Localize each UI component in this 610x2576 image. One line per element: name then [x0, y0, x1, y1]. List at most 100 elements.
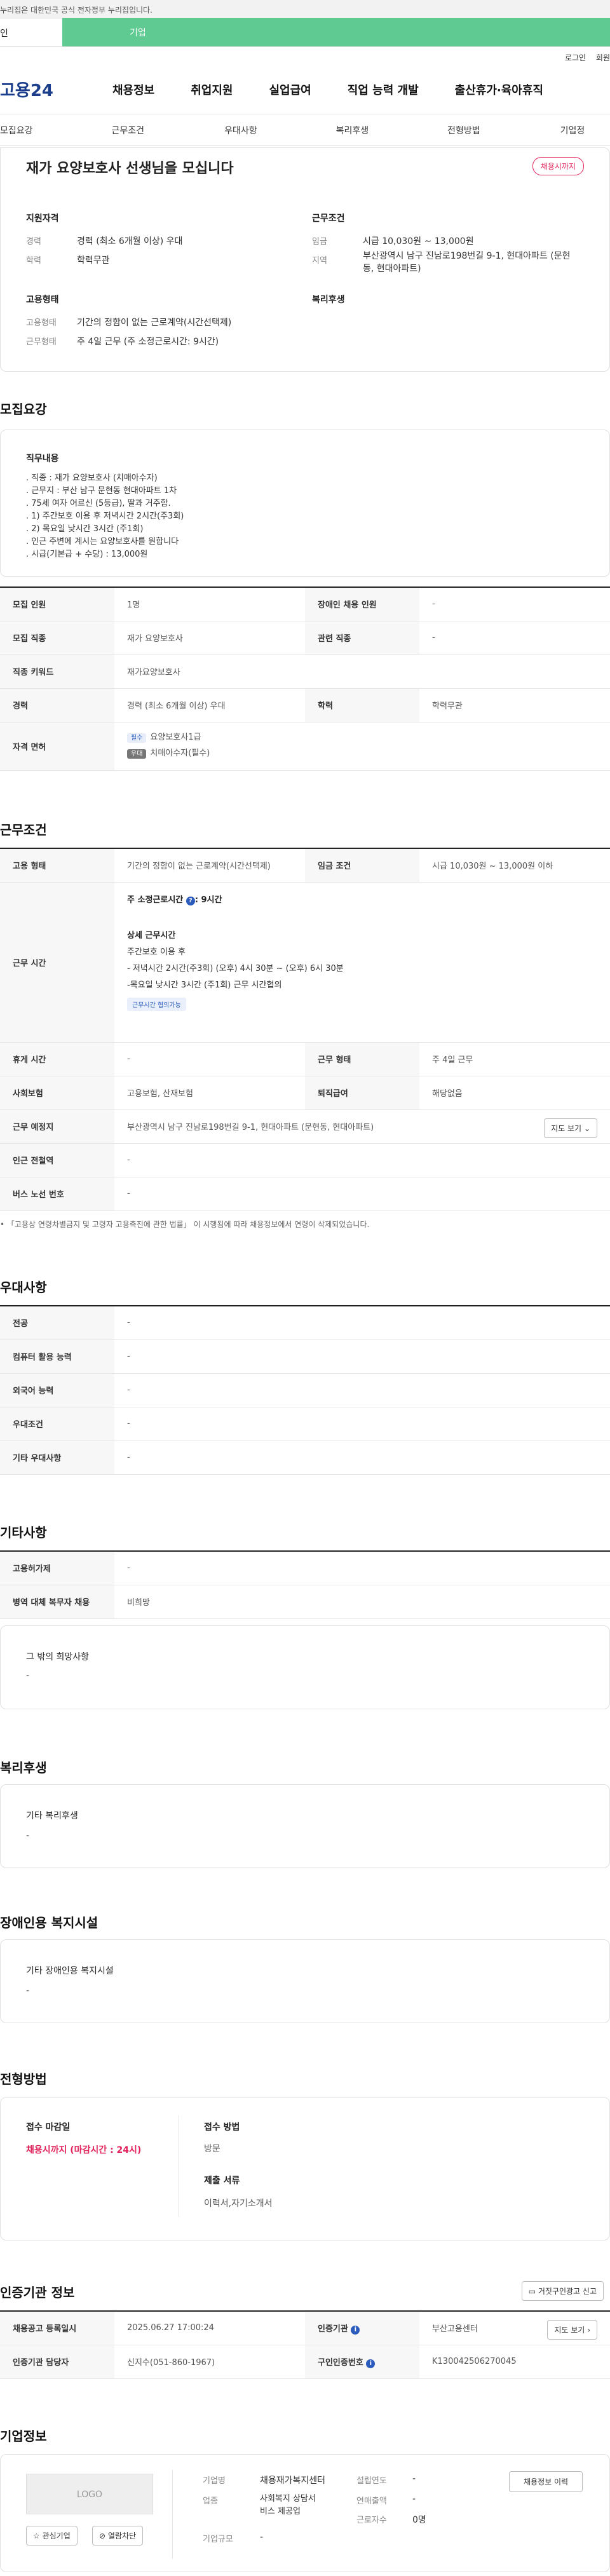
gnb-item-vocational-training[interactable]: 직업 능력 개발	[348, 81, 419, 98]
workcond-section-title: 근무조건	[0, 822, 47, 837]
table-row: 사회보험 고용보험, 산재보험 퇴직급여 해당없음	[0, 1076, 610, 1110]
row-label: 고용 형태	[0, 848, 114, 883]
login-link[interactable]: 로그인	[565, 53, 586, 62]
table-row: 병역 대체 복무자 채용 비희망	[0, 1585, 610, 1619]
wage-value: 시급 10,030원 ~ 13,000원	[363, 236, 474, 247]
education-value: 학력무관	[77, 255, 110, 266]
table-row: 컴퓨터 활용 능력 -	[0, 1339, 610, 1374]
employ-label: 고용형태	[26, 318, 57, 328]
row-value: K130042506270045	[419, 2345, 610, 2379]
row-value: -	[114, 1177, 610, 1211]
license-preferred-name: 치매아수자(필수)	[150, 749, 210, 758]
table-row: 고용 형태 기간의 정함이 없는 근로계약(시간선택제) 임금 조건 시급 10…	[0, 848, 610, 883]
other-wish-value: -	[26, 1671, 30, 1681]
map-button[interactable]: 지도 보기 ⌄	[544, 1118, 597, 1138]
row-value: 신지수(051-860-1967)	[114, 2345, 305, 2379]
cert-no-label-text: 구인인증번호	[318, 2357, 363, 2368]
map-button-label: 지도 보기	[551, 1123, 582, 1133]
report-false-ad-button[interactable]: ▭ 거짓구인광고 신고	[521, 2281, 604, 2301]
row-label: 사회보험	[0, 1076, 114, 1110]
favorite-company-button[interactable]: ☆ 관심기업	[26, 2526, 78, 2545]
region-label: 지역	[312, 256, 327, 266]
job-summary-card: 재가 요양보호사 선생님을 모십니다 채용시까지 지원자격 경력 경력 (최소 …	[0, 147, 610, 372]
block-view-button[interactable]: ⊘ 열람차단	[92, 2526, 144, 2545]
tab-individual[interactable]: 인	[0, 18, 62, 46]
gnb-item-unemployment-benefit[interactable]: 실업급여	[269, 81, 311, 98]
place-cell: 부산광역시 남구 진남로198번길 9-1, 현대아파트 (문현동, 현대아파트…	[114, 1109, 610, 1144]
row-label: 기타 우대사항	[0, 1441, 114, 1475]
license-preferred: 우대 치매아수자(필수)	[127, 746, 597, 762]
industry-value: 사회복지 상담서 비스 제공업	[260, 2494, 316, 2516]
license-required: 필수 요양보호사1급	[127, 730, 597, 746]
worktype-value: 주 4일 근무 (주 소정근로시간: 9시간)	[77, 337, 219, 347]
info-icon[interactable]: i	[366, 2359, 376, 2368]
row-label: 관련 직종	[305, 621, 419, 655]
welfare-heading: 복리후생	[312, 295, 345, 305]
method-value: 방문	[204, 2144, 220, 2154]
welfare-section-title: 복리후생	[0, 1760, 47, 1775]
disabled-heading: 기타 장애인용 복지시설	[26, 1966, 114, 1976]
table-row: 자격 면허 필수 요양보호사1급 우대 치매아수자(필수)	[0, 722, 610, 771]
table-row: 외국어 능력 -	[0, 1373, 610, 1407]
row-value: 비희망	[114, 1585, 610, 1619]
agency-map-button[interactable]: 지도 보기 ›	[547, 2320, 597, 2340]
gnb-item-jobs[interactable]: 채용정보	[112, 81, 154, 98]
anchor-company[interactable]: 기업정	[560, 124, 585, 137]
job-title: 재가 요양보호사 선생님을 모십니다	[26, 161, 234, 177]
anchor-process[interactable]: 전형방법	[447, 124, 480, 137]
duty-card: 직무내용 . 직종 : 재가 요양보호사 (치매아수자) . 근무지 : 부산 …	[0, 430, 610, 577]
company-logo: LOGO	[26, 2474, 153, 2514]
utility-links: 로그인 회원	[0, 47, 610, 65]
row-label: 근무 시간	[0, 882, 114, 1043]
welfare-value: -	[26, 1831, 30, 1841]
row-value: 기간의 정함이 없는 근로계약(시간선택제)	[114, 848, 305, 883]
disabled-section-title: 장애인용 복지시설	[0, 1915, 98, 1930]
join-link[interactable]: 회원	[596, 53, 610, 62]
anchor-recruit[interactable]: 모집요강	[0, 124, 33, 137]
row-label: 근무 형태	[305, 1042, 419, 1076]
anchor-preference[interactable]: 우대사항	[224, 124, 257, 137]
tab-corporate[interactable]: 기업	[62, 18, 610, 46]
employ-heading: 고용형태	[26, 295, 59, 305]
row-value: -	[419, 621, 610, 655]
row-label: 임금 조건	[305, 848, 419, 883]
row-label: 전공	[0, 1306, 114, 1340]
anchor-workcond[interactable]: 근무조건	[112, 124, 145, 137]
favorite-label: 관심기업	[42, 2532, 71, 2540]
worktype-label: 근무형태	[26, 337, 57, 347]
row-value: 경력 (최소 6개월 이상) 우대	[114, 688, 305, 722]
sales-label: 연매출액	[356, 2497, 387, 2506]
row-label: 인증기관 담당자	[0, 2345, 114, 2379]
age-footnote-text: 「고용상 연령차별금지 및 고령자 고용촉진에 관한 법률」 이 시행됨에 따라…	[6, 1219, 370, 1229]
company-section-title: 기업정보	[0, 2429, 47, 2444]
company-name-label: 기업명	[203, 2476, 226, 2486]
divider	[172, 2470, 173, 2559]
anchor-welfare[interactable]: 복리후생	[336, 124, 369, 137]
recruit-section-title: 모집요강	[0, 402, 47, 417]
hours-line: 주 소정근로시간 ?: 9시간	[127, 893, 597, 905]
info-icon[interactable]: ?	[186, 896, 195, 905]
gnb-item-employment-support[interactable]: 취업지원	[191, 81, 233, 98]
agency-table: 채용공고 등록일시 2025.06.27 17:00:24 인증기관 i 부산고…	[0, 2310, 610, 2379]
career-value: 경력 (최소 6개월 이상) 우대	[77, 236, 183, 247]
detail-heading: 상세 근무시간	[127, 930, 176, 940]
row-value: 주 4일 근무	[419, 1042, 610, 1076]
deadline-heading: 접수 마감일	[26, 2122, 71, 2132]
gnb-item-parental-leave[interactable]: 출산휴가·육아휴직	[455, 81, 543, 98]
row-label: 장애인 채용 인원	[305, 587, 419, 621]
table-row: 모집 직종 재가 요양보호사 관련 직종 -	[0, 621, 610, 655]
other-wish-card: 그 밖의 희망사항 -	[0, 1625, 610, 1709]
site-logo[interactable]: 고용24	[0, 78, 76, 101]
table-row: 기타 우대사항 -	[0, 1441, 610, 1475]
recruit-history-button[interactable]: 채용정보 이력	[509, 2471, 583, 2492]
row-label: 인근 전철역	[0, 1143, 114, 1177]
preference-section-title: 우대사항	[0, 1280, 47, 1295]
deadline-badge: 채용시까지	[532, 157, 584, 175]
region-value: 부산광역시 남구 진남로198번길 9-1, 현대아파트 (문현동, 현대아파트…	[363, 251, 571, 274]
info-icon[interactable]: i	[351, 2325, 360, 2335]
staff-count-value: 0명	[412, 2515, 426, 2525]
other-wish-heading: 그 밖의 희망사항	[26, 1652, 90, 1662]
row-value: 시급 10,030원 ~ 13,000원 이하	[419, 848, 610, 883]
duty-text: . 직종 : 재가 요양보호사 (치매아수자) . 근무지 : 부산 남구 문현…	[26, 473, 184, 559]
user-type-tabs: 인 기업	[0, 18, 610, 47]
